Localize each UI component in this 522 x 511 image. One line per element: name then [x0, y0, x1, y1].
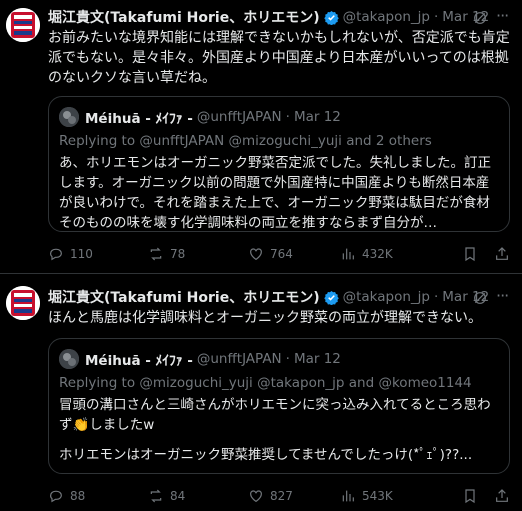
like-icon: [250, 490, 262, 503]
like-count: 764: [270, 247, 293, 261]
tweet-text: お前みたいな境界知能には理解できないかもしれないが、否定派でも肯定派でもない。是…: [48, 30, 510, 86]
tweet-header: 堀江貴文(Takafumi Horie、ホリエモン) @takapon_jp ·…: [48, 7, 490, 27]
verified-badge-icon: [323, 290, 339, 305]
more-icon[interactable]: ···: [496, 6, 509, 25]
share-icon[interactable]: [494, 488, 510, 504]
more-icon[interactable]: ···: [496, 286, 509, 305]
quote-avatar-image-icon: [59, 107, 79, 127]
tweet-1[interactable]: 堀江貴文(Takafumi Horie、ホリエモン) @takapon_jp ·…: [0, 0, 522, 273]
author-handle[interactable]: @takapon_jp: [343, 289, 430, 305]
bookmark-icon[interactable]: [462, 488, 478, 504]
quote-avatar-image-icon: [59, 349, 79, 369]
repost-icon: [150, 489, 162, 503]
views-button[interactable]: 432K: [340, 246, 393, 262]
quote-author-handle: @unfftJAPAN: [196, 109, 282, 125]
repost-count: 78: [170, 247, 186, 261]
views-icon: [342, 490, 354, 502]
reply-icon: [50, 248, 62, 261]
tweet-actions: 88 84 827 543K: [48, 488, 518, 508]
grok-icon[interactable]: [472, 10, 488, 26]
share-icon[interactable]: [494, 246, 510, 262]
verified-badge-icon: [323, 10, 339, 25]
quote-replying-to: Replying to @mizoguchi_yuji @takapon_jp …: [59, 375, 472, 391]
quote-author-handle: @unfftJAPAN: [196, 351, 282, 367]
quote-date: Mar 12: [293, 109, 341, 125]
avatar-logo-icon: [6, 8, 40, 42]
like-count: 827: [270, 489, 293, 503]
avatar-logo-icon: [6, 286, 40, 320]
like-button[interactable]: 827: [248, 488, 293, 504]
quote-text-line-2: ホリエモンはオーガニック野菜推奨してませんでしたっけ(*ﾟｪﾟ)??...: [59, 447, 473, 463]
replying-prefix: Replying to: [59, 375, 136, 391]
bookmark-icon[interactable]: [462, 246, 478, 262]
repost-icon: [150, 247, 162, 261]
quote-text: あ、ホリエモンはオーガニック野菜否定派でした。失礼しました。訂正します。オーガニ…: [59, 155, 491, 231]
quoted-tweet[interactable]: Méihuā - ﾒｲﾌｧ - @unfftJAPAN · Mar 12 Rep…: [48, 96, 510, 232]
quote-header: Méihuā - ﾒｲﾌｧ - @unfftJAPAN · Mar 12: [59, 349, 341, 369]
reply-button[interactable]: 110: [48, 246, 93, 262]
quote-replying-to: Replying to @unfftJAPAN @mizoguchi_yuji …: [59, 133, 432, 149]
repost-count: 84: [170, 489, 186, 503]
grok-icon[interactable]: [472, 290, 488, 306]
author-avatar[interactable]: [6, 8, 40, 42]
reply-count: 88: [70, 489, 86, 503]
reply-count: 110: [70, 247, 93, 261]
tweet-header: 堀江貴文(Takafumi Horie、ホリエモン) @takapon_jp ·…: [48, 287, 490, 307]
replying-suffix: and @komeo1144: [348, 375, 472, 391]
quote-avatar: [59, 349, 79, 369]
quote-author-name: Méihuā - ﾒｲﾌｧ -: [85, 353, 193, 369]
replying-handles[interactable]: @mizoguchi_yuji @takapon_jp: [139, 375, 344, 391]
reply-icon: [50, 490, 62, 503]
views-button[interactable]: 543K: [340, 488, 393, 504]
tweet-2[interactable]: 堀江貴文(Takafumi Horie、ホリエモン) @takapon_jp ·…: [0, 274, 522, 511]
like-button[interactable]: 764: [248, 246, 293, 262]
quote-avatar: [59, 107, 79, 127]
replying-suffix: and 2 others: [346, 133, 432, 149]
like-icon: [250, 248, 262, 261]
tweet-text: ほんと馬鹿は化学調味料とオーガニック野菜の両立が理解できない。: [48, 310, 482, 326]
views-count: 432K: [362, 247, 393, 261]
quote-author-name: Méihuā - ﾒｲﾌｧ -: [85, 111, 193, 127]
views-count: 543K: [362, 489, 393, 503]
quote-header: Méihuā - ﾒｲﾌｧ - @unfftJAPAN · Mar 12: [59, 107, 341, 127]
quote-text-line-1: 冒頭の溝口さんと三崎さんがホリエモンに突っ込み入れてるところ思わず👏しましたw: [59, 397, 491, 433]
tweet-actions: 110 78 764 432K: [48, 246, 518, 266]
author-name[interactable]: 堀江貴文(Takafumi Horie、ホリエモン): [48, 7, 320, 27]
reply-button[interactable]: 88: [48, 488, 85, 504]
views-icon: [342, 248, 354, 260]
replying-handles[interactable]: @unfftJAPAN @mizoguchi_yuji: [139, 133, 342, 149]
author-avatar[interactable]: [6, 286, 40, 320]
replying-prefix: Replying to: [59, 133, 136, 149]
quote-date: Mar 12: [293, 351, 341, 367]
repost-button[interactable]: 84: [148, 488, 185, 504]
author-handle[interactable]: @takapon_jp: [343, 9, 430, 25]
quoted-tweet[interactable]: Méihuā - ﾒｲﾌｧ - @unfftJAPAN · Mar 12 Rep…: [48, 338, 510, 474]
repost-button[interactable]: 78: [148, 246, 185, 262]
author-name[interactable]: 堀江貴文(Takafumi Horie、ホリエモン): [48, 287, 320, 307]
